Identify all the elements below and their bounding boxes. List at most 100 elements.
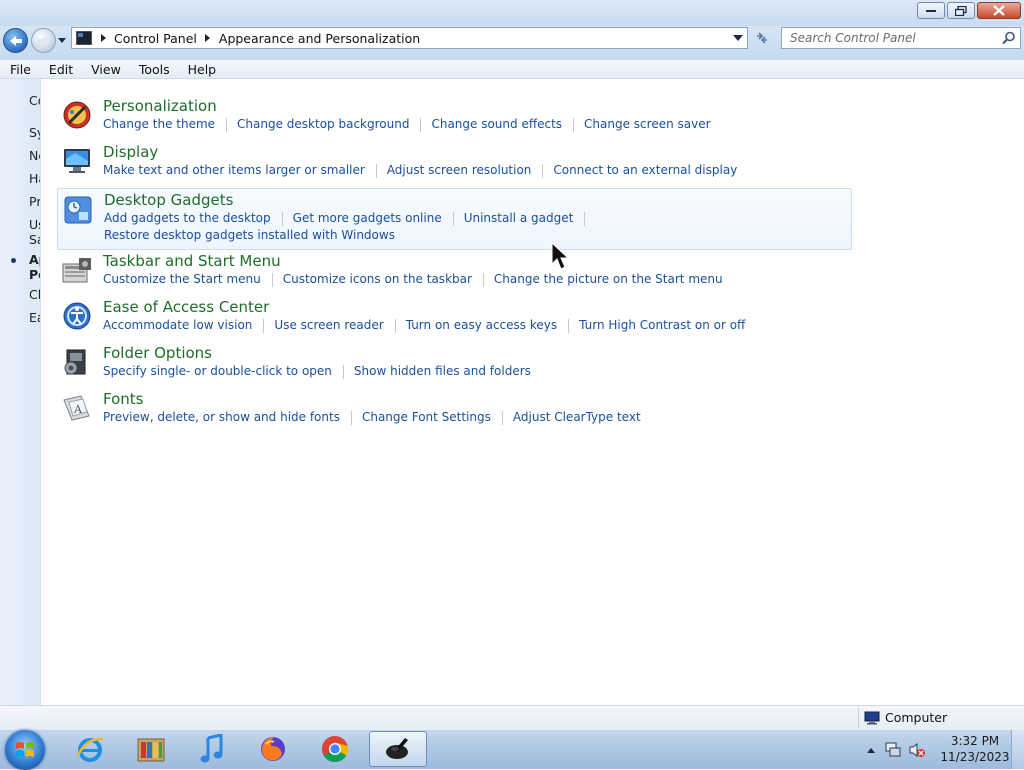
forward-button[interactable] (31, 28, 56, 53)
taskbar-internet-explorer[interactable] (61, 731, 119, 767)
sidebar-item-network[interactable]: Ne (29, 148, 40, 163)
link-separator (271, 273, 273, 287)
breadcrumb-appearance[interactable]: Appearance and Personalization (219, 31, 420, 46)
category-title[interactable]: Folder Options (103, 344, 212, 362)
taskbar-firefox[interactable] (244, 731, 302, 767)
task-link[interactable]: Restore desktop gadgets installed with W… (104, 227, 395, 244)
main-content: Personalization Change the theme Change … (41, 79, 1024, 705)
menu-edit[interactable]: Edit (39, 62, 81, 77)
task-link[interactable]: Use screen reader (274, 317, 383, 334)
search-box[interactable] (781, 27, 1021, 49)
breadcrumb-chevron-icon[interactable] (203, 33, 213, 43)
category-fonts: A Fonts Preview, delete, or show and hid… (57, 390, 852, 430)
breadcrumb-chevron-icon[interactable] (98, 33, 108, 43)
category-title[interactable]: Taskbar and Start Menu (103, 252, 281, 270)
task-link[interactable]: Customize icons on the taskbar (283, 271, 472, 288)
task-link[interactable]: Make text and other items larger or smal… (103, 162, 365, 179)
minimize-button[interactable] (917, 2, 945, 19)
volume-muted-icon[interactable] (908, 742, 926, 758)
task-link[interactable]: Accommodate low vision (103, 317, 252, 334)
back-button[interactable] (3, 28, 28, 53)
category-folder-options: Folder Options Specify single- or double… (57, 344, 852, 384)
task-link[interactable]: Change screen saver (584, 116, 711, 133)
link-separator (501, 411, 503, 425)
task-links: Make text and other items larger or smal… (103, 162, 863, 179)
task-link[interactable]: Change the picture on the Start menu (494, 271, 723, 288)
task-link[interactable]: Change desktop background (237, 116, 409, 133)
restore-button[interactable] (947, 2, 975, 19)
task-link[interactable]: Turn on easy access keys (406, 317, 557, 334)
left-navigation-pane: Co Sy Ne Ha Pr Us Sa Ap Pe Cl Ea (0, 79, 41, 705)
link-separator (573, 118, 575, 132)
address-dropdown-icon[interactable] (733, 34, 743, 42)
task-link[interactable]: Get more gadgets online (293, 210, 442, 227)
taskbar-media-player[interactable] (183, 731, 241, 767)
task-link[interactable]: Connect to an external display (553, 162, 737, 179)
task-link[interactable]: Specify single- or double-click to open (103, 363, 332, 380)
refresh-button[interactable] (752, 29, 772, 47)
category-title[interactable]: Display (103, 143, 158, 161)
task-links: Customize the Start menu Customize icons… (103, 271, 863, 288)
link-separator (375, 164, 377, 178)
category-title[interactable]: Fonts (103, 390, 143, 408)
breadcrumb-control-panel[interactable]: Control Panel (114, 31, 197, 46)
fonts-icon: A (63, 395, 90, 421)
sidebar-item-clock-region[interactable]: Cl (29, 287, 40, 302)
restore-icon (955, 5, 967, 16)
menu-help[interactable]: Help (178, 62, 225, 77)
music-note-icon (200, 734, 223, 763)
link-separator (452, 212, 454, 226)
task-link[interactable]: Change sound effects (431, 116, 562, 133)
task-link[interactable]: Change the theme (103, 116, 215, 133)
task-links: Add gadgets to the desktop Get more gadg… (104, 210, 864, 244)
sidebar-item-programs[interactable]: Pr (29, 194, 40, 209)
minimize-icon (926, 9, 936, 12)
sidebar-item-hardware[interactable]: Ha (29, 171, 40, 186)
menu-file[interactable]: File (0, 62, 39, 77)
windows-logo-icon (16, 742, 34, 757)
gadgets-icon (64, 196, 92, 224)
taskbar-chrome[interactable] (306, 731, 364, 767)
recent-pages-dropdown-icon[interactable] (58, 36, 66, 44)
computer-icon (864, 711, 880, 724)
sidebar-item-user-accounts-line2[interactable]: Sa (29, 232, 40, 247)
task-link[interactable]: Preview, delete, or show and hide fonts (103, 409, 340, 426)
menu-view[interactable]: View (81, 62, 129, 77)
internet-explorer-icon (76, 737, 104, 762)
show-desktop-button[interactable] (1011, 730, 1024, 769)
search-input[interactable] (788, 30, 1002, 46)
clock[interactable]: 3:32 PM 11/23/2023 (940, 733, 1010, 765)
task-link[interactable]: Add gadgets to the desktop (104, 210, 271, 227)
category-display: Display Make text and other items larger… (57, 143, 852, 183)
taskbar-control-panel[interactable] (369, 731, 427, 767)
show-hidden-icons-button[interactable] (866, 745, 876, 755)
task-link[interactable]: Uninstall a gadget (464, 210, 574, 227)
task-link[interactable]: Customize the Start menu (103, 271, 261, 288)
address-bar[interactable]: Control Panel Appearance and Personaliza… (71, 27, 748, 49)
status-divider (858, 708, 859, 728)
libraries-icon (137, 738, 165, 762)
sidebar-item-ease-of-access[interactable]: Ea (29, 310, 40, 325)
network-icon[interactable] (884, 742, 902, 758)
sidebar-item-appearance[interactable]: Ap (29, 252, 40, 267)
sidebar-item-user-accounts[interactable]: Us (29, 217, 40, 232)
firefox-icon (261, 737, 285, 761)
sidebar-item-appearance-line2[interactable]: Pe (29, 267, 40, 282)
sidebar-item-system-security[interactable]: Sy (29, 125, 40, 140)
task-link[interactable]: Turn High Contrast on or off (579, 317, 745, 334)
menu-tools[interactable]: Tools (129, 62, 178, 77)
task-link[interactable]: Adjust ClearType text (513, 409, 641, 426)
task-link[interactable]: Adjust screen resolution (387, 162, 532, 179)
sidebar-item-control-panel-home[interactable]: Co (29, 93, 40, 108)
link-separator (584, 212, 586, 226)
category-title[interactable]: Ease of Access Center (103, 298, 269, 316)
task-link[interactable]: Show hidden files and folders (354, 363, 531, 380)
category-title[interactable]: Personalization (103, 97, 217, 115)
taskbar-windows-explorer[interactable] (122, 731, 180, 767)
window-controls (917, 2, 1021, 19)
category-title[interactable]: Desktop Gadgets (104, 191, 233, 209)
search-icon[interactable] (1002, 31, 1016, 45)
start-button[interactable] (5, 730, 45, 770)
close-button[interactable] (977, 2, 1021, 19)
task-link[interactable]: Change Font Settings (362, 409, 491, 426)
